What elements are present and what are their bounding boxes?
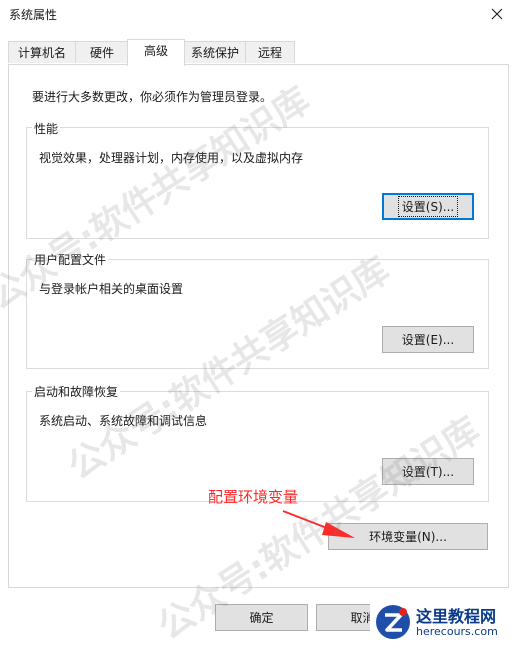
performance-group xyxy=(26,127,489,239)
performance-title: 性能 xyxy=(32,120,61,137)
ok-button[interactable]: 确定 xyxy=(215,604,308,631)
admin-notice: 要进行大多数更改，你必须作为管理员登录。 xyxy=(32,90,273,104)
window-title: 系统属性 xyxy=(9,8,58,22)
brand-name: 这里教程网 xyxy=(416,607,497,626)
annotation-label: 配置环境变量 xyxy=(208,488,299,506)
tab-remote[interactable]: 远程 xyxy=(245,41,295,63)
tab-system-protection[interactable]: 系统保护 xyxy=(184,41,246,63)
performance-settings-button[interactable]: 设置(S)... xyxy=(382,193,474,220)
tab-computer-name[interactable]: 计算机名 xyxy=(8,41,76,63)
startup-recovery-settings-button[interactable]: 设置(T)... xyxy=(382,458,474,485)
performance-settings-label: 设置(S)... xyxy=(397,196,459,217)
user-profiles-title: 用户配置文件 xyxy=(32,251,109,268)
brand-logo-icon xyxy=(376,605,410,639)
close-icon xyxy=(491,8,503,20)
performance-description: 视觉效果，处理器计划，内存使用，以及虚拟内存 xyxy=(39,151,304,165)
startup-recovery-title: 启动和故障恢复 xyxy=(32,383,121,400)
tab-hardware[interactable]: 硬件 xyxy=(75,41,129,63)
environment-variables-button[interactable]: 环境变量(N)... xyxy=(328,523,488,550)
user-profiles-settings-button[interactable]: 设置(E)... xyxy=(382,326,474,353)
tab-advanced[interactable]: 高级 xyxy=(127,39,185,66)
close-button[interactable] xyxy=(474,0,520,28)
user-profiles-description: 与登录帐户相关的桌面设置 xyxy=(39,282,184,296)
brand-logo: 这里教程网 herecours.com xyxy=(370,599,518,643)
startup-recovery-description: 系统启动、系统故障和调试信息 xyxy=(39,414,208,428)
title-bar: 系统属性 xyxy=(0,0,520,28)
brand-url: herecours.com xyxy=(416,625,498,638)
